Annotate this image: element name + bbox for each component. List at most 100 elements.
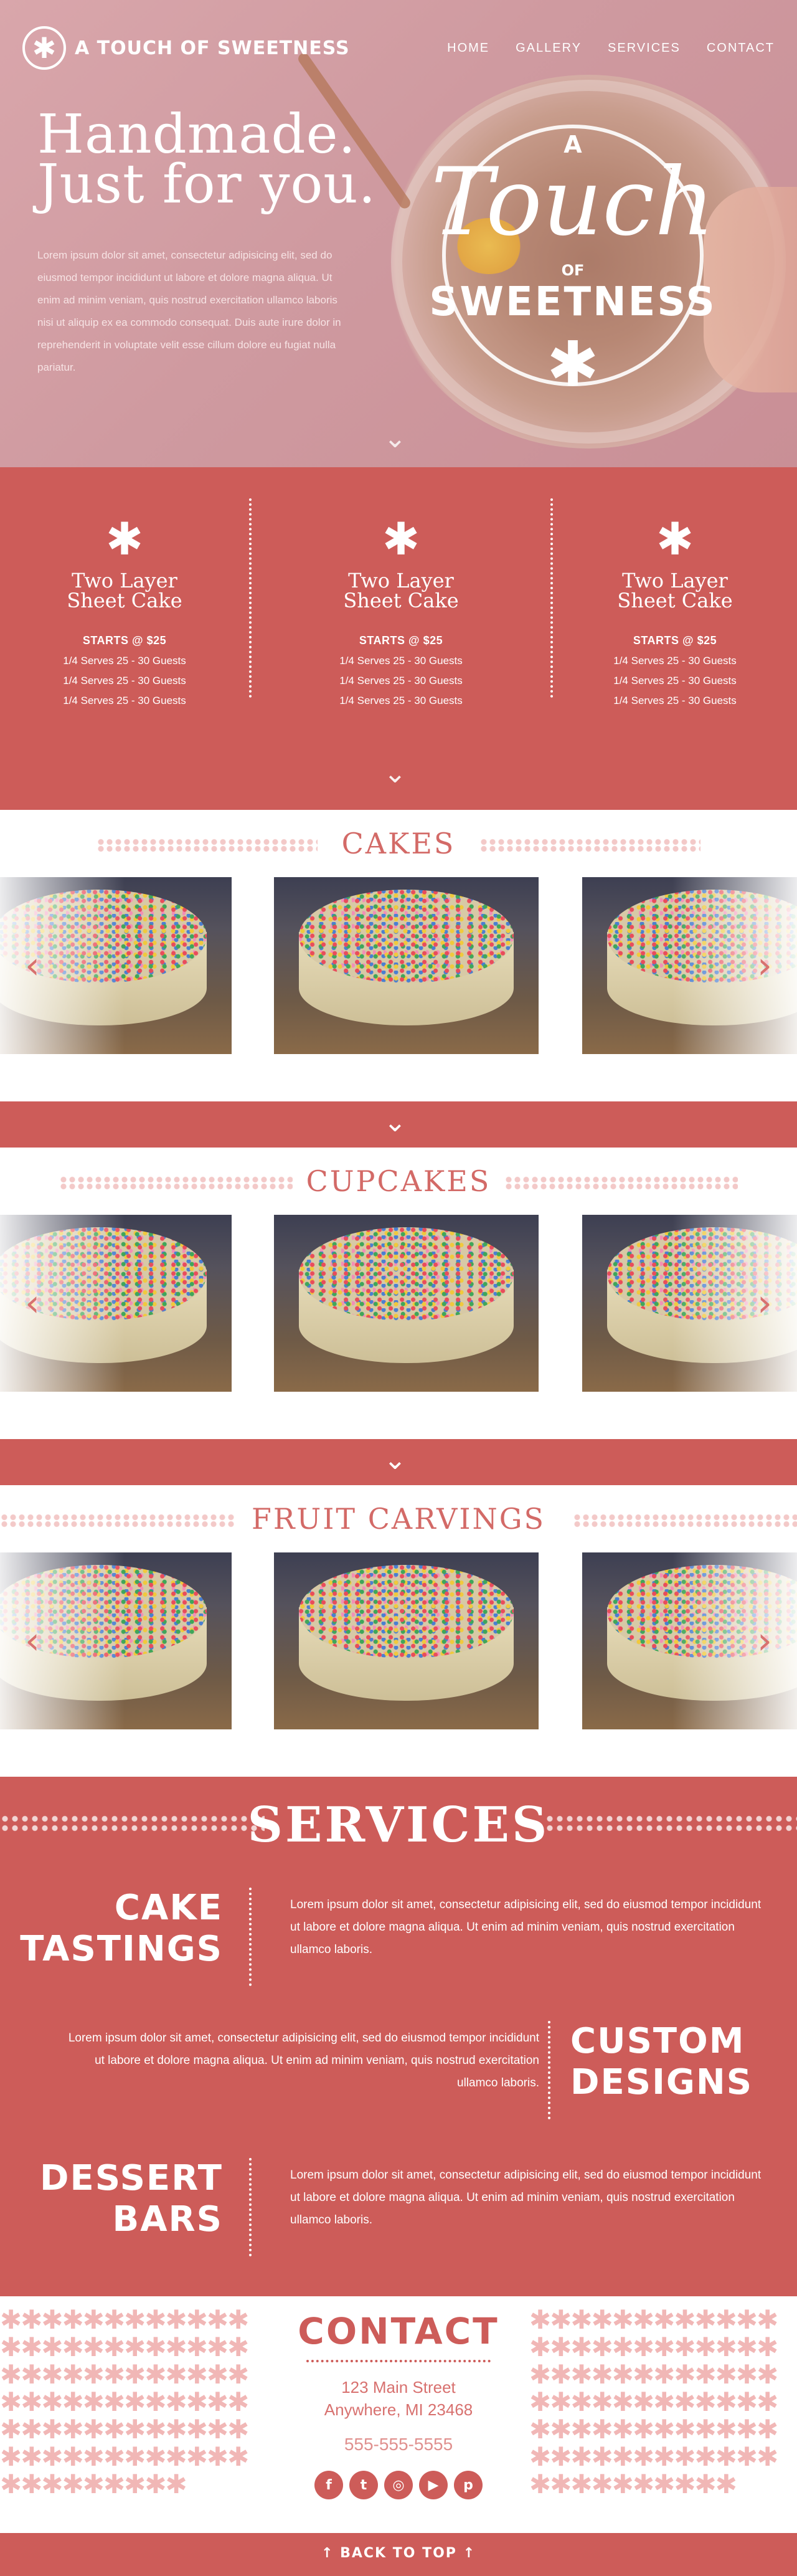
- service-item: DESSERT BARS Lorem ipsum dolor sit amet, …: [0, 2158, 797, 2258]
- chevron-left-icon[interactable]: ‹: [25, 947, 40, 984]
- asterisk-logo-icon: ✱: [22, 26, 66, 70]
- logo-sweetness: SWEETNESS: [429, 279, 717, 325]
- carousel-image[interactable]: [274, 1215, 539, 1392]
- plan-row: 1/4 Serves 25 - 30 Guests: [63, 695, 186, 706]
- plan-row: 1/4 Serves 25 - 30 Guests: [63, 675, 186, 687]
- youtube-icon[interactable]: ▶: [419, 2471, 448, 2499]
- service-item: Lorem ipsum dolor sit amet, consectetur …: [0, 2021, 797, 2121]
- service-description: Lorem ipsum dolor sit amet, consectetur …: [290, 1898, 762, 1956]
- carousel-fade: [0, 1552, 125, 1729]
- carousel-image[interactable]: [274, 877, 539, 1054]
- twitter-icon[interactable]: t: [349, 2471, 378, 2499]
- plan-starts-price: STARTS @ $25: [633, 634, 717, 647]
- pricing-section: ✱ Two Layer Sheet Cake STARTS @ $25 1/4 S…: [0, 467, 797, 810]
- plan-row: 1/4 Serves 25 - 30 Guests: [339, 655, 463, 667]
- carousel-fade: [672, 1215, 797, 1392]
- chevron-right-icon[interactable]: ›: [757, 1285, 772, 1322]
- nav-services-link[interactable]: SERVICES: [608, 41, 681, 55]
- pricing-plan: ✱ Two Layer Sheet Cake STARTS @ $25 1/4 S…: [0, 498, 249, 706]
- service-item: CAKE TASTINGS Lorem ipsum dolor sit amet,…: [0, 1888, 797, 1987]
- carousel-fade: [0, 1215, 125, 1392]
- facebook-icon[interactable]: f: [314, 2471, 343, 2499]
- contact-title: CONTACT: [298, 2310, 499, 2352]
- chevron-left-icon[interactable]: ‹: [25, 1285, 40, 1322]
- plan-title: Two Layer Sheet Cake: [617, 569, 733, 612]
- logo-touch: Touch: [431, 148, 715, 257]
- plan-title: Two Layer Sheet Cake: [343, 569, 459, 612]
- contact-phone[interactable]: 555-555-5555: [0, 2435, 797, 2455]
- service-heading: DESSERT BARS: [40, 2158, 223, 2240]
- arrow-up-icon: ↑: [321, 2545, 334, 2561]
- gallery-title: CAKES: [341, 827, 456, 860]
- dotted-divider: [306, 2360, 491, 2362]
- address-line2: Anywhere, MI 23468: [324, 2400, 473, 2419]
- carousel-fade: [672, 877, 797, 1054]
- nav-gallery-link[interactable]: GALLERY: [516, 41, 582, 55]
- plan-title: Two Layer Sheet Cake: [67, 569, 182, 612]
- hero-title: Handmade. Just for you.: [37, 108, 376, 211]
- chevron-right-icon[interactable]: ›: [757, 1622, 772, 1660]
- brand-name: A TOUCH OF SWEETNESS: [75, 37, 350, 59]
- chevron-down-icon[interactable]: ⌄: [384, 1447, 407, 1474]
- service-heading: CUSTOM DESIGNS: [570, 2021, 753, 2103]
- a-touch-of-sweetness-logo: A Touch OF SWEETNESS ✱: [423, 112, 735, 411]
- nav-home-link[interactable]: HOME: [447, 41, 489, 55]
- contact-section: ✱✱✱✱✱✱✱✱✱✱✱✱✱✱✱✱✱✱✱✱✱✱✱✱✱✱✱✱✱✱✱✱✱✱✱✱✱✱✱✱…: [0, 2296, 797, 2533]
- image-carousel: ‹ ›: [0, 1215, 797, 1392]
- back-to-top-link[interactable]: ↑ BACK TO TOP ↑: [0, 2545, 797, 2561]
- hero-body-text: Lorem ipsum dolor sit amet, consectetur …: [37, 249, 341, 373]
- gallery-cakes-section: CAKES ‹ › ⌄: [0, 810, 797, 1148]
- gallery-header: CAKES: [0, 810, 797, 877]
- gallery-fruit-carvings-section: FRUIT CARVINGS ‹ ›: [0, 1485, 797, 1777]
- section-divider: ⌄: [0, 1101, 797, 1148]
- plan-row: 1/4 Serves 25 - 30 Guests: [613, 695, 737, 706]
- social-links: f t ◎ ▶ p: [0, 2471, 797, 2499]
- service-heading: CAKE TASTINGS: [20, 1888, 223, 1969]
- gallery-header: FRUIT CARVINGS: [0, 1485, 797, 1552]
- dotted-divider: [249, 1888, 252, 1986]
- chevron-left-icon[interactable]: ‹: [25, 1622, 40, 1660]
- asterisk-icon: ✱: [656, 515, 694, 564]
- dotted-divider: [249, 2158, 252, 2256]
- plan-starts-price: STARTS @ $25: [82, 634, 167, 647]
- image-carousel: ‹ ›: [0, 1552, 797, 1729]
- plan-row: 1/4 Serves 25 - 30 Guests: [63, 655, 186, 667]
- service-description: Lorem ipsum dolor sit amet, consectetur …: [68, 2032, 539, 2089]
- arrow-up-icon: ↑: [463, 2545, 476, 2561]
- top-navigation: ✱ A TOUCH OF SWEETNESS HOME GALLERY SERV…: [0, 0, 797, 100]
- chevron-down-icon[interactable]: ⌄: [384, 1109, 407, 1136]
- footer: ↑ BACK TO TOP ↑: [0, 2533, 797, 2576]
- service-description: Lorem ipsum dolor sit amet, consectetur …: [290, 2169, 762, 2227]
- asterisk-icon: ✱: [382, 515, 420, 564]
- hero-title-line2: Just for you.: [37, 153, 377, 216]
- address-line1: 123 Main Street: [341, 2378, 456, 2397]
- gallery-header: CUPCAKES: [0, 1148, 797, 1215]
- nav-contact-link[interactable]: CONTACT: [707, 41, 775, 55]
- instagram-icon[interactable]: ◎: [384, 2471, 413, 2499]
- chevron-right-icon[interactable]: ›: [757, 947, 772, 984]
- services-section: SERVICES CAKE TASTINGS Lorem ipsum dolor …: [0, 1777, 797, 2296]
- gallery-cupcakes-section: CUPCAKES ‹ › ⌄: [0, 1148, 797, 1485]
- image-carousel: ‹ ›: [0, 877, 797, 1054]
- plan-row: 1/4 Serves 25 - 30 Guests: [339, 695, 463, 706]
- contact-address: 123 Main Street Anywhere, MI 23468: [0, 2376, 797, 2421]
- chevron-down-icon[interactable]: ⌄: [384, 425, 407, 452]
- section-divider: ⌄: [0, 1439, 797, 1485]
- plan-row: 1/4 Serves 25 - 30 Guests: [339, 675, 463, 687]
- pinterest-icon[interactable]: p: [454, 2471, 483, 2499]
- carousel-fade: [0, 877, 125, 1054]
- main-menu: HOME GALLERY SERVICES CONTACT: [447, 41, 775, 55]
- logo-of: OF: [561, 262, 585, 279]
- chevron-down-icon[interactable]: ⌄: [384, 760, 407, 787]
- carousel-fade: [672, 1552, 797, 1729]
- asterisk-icon: ✱: [105, 515, 144, 564]
- pricing-plan: ✱ Two Layer Sheet Cake STARTS @ $25 1/4 S…: [249, 498, 553, 706]
- dotted-divider: [548, 2021, 550, 2119]
- brand-logo[interactable]: ✱ A TOUCH OF SWEETNESS: [22, 26, 350, 70]
- plan-row: 1/4 Serves 25 - 30 Guests: [613, 675, 737, 687]
- services-title: SERVICES: [247, 1797, 550, 1853]
- carousel-image[interactable]: [274, 1552, 539, 1729]
- plan-row: 1/4 Serves 25 - 30 Guests: [613, 655, 737, 667]
- asterisk-icon: ✱: [547, 330, 599, 399]
- gallery-title: FRUIT CARVINGS: [251, 1502, 546, 1536]
